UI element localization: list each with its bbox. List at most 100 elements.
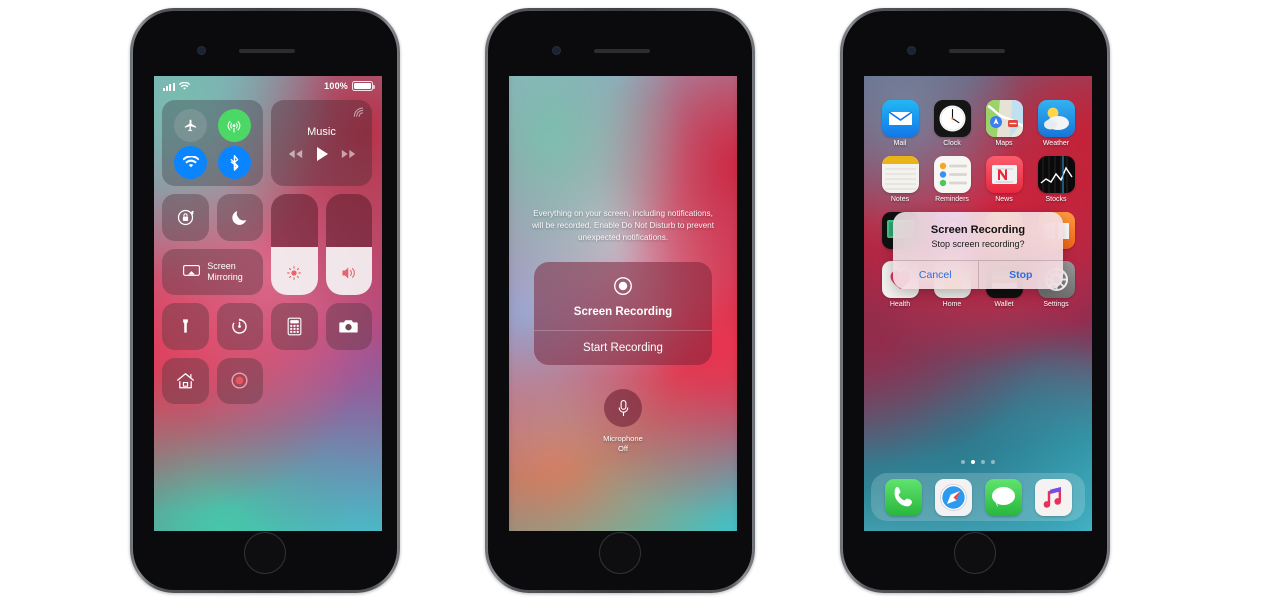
brightness-slider[interactable] (271, 194, 318, 295)
mail-icon (881, 100, 919, 137)
screen-mirroring-label-1: Screen (207, 260, 236, 271)
screen-recording-header[interactable]: Screen Recording (534, 262, 712, 330)
music-icon[interactable] (1034, 478, 1072, 516)
bluetooth-toggle[interactable] (217, 146, 251, 179)
alert-cancel-button[interactable]: Cancel (893, 261, 978, 289)
app-label: Clock (943, 140, 961, 147)
app-maps[interactable]: Maps (978, 100, 1030, 147)
control-center-row-3 (162, 303, 374, 350)
front-camera-icon (552, 46, 561, 55)
wifi-icon (178, 81, 190, 90)
signal-bars-icon (163, 82, 175, 91)
battery-percent-label: 100% (324, 81, 348, 91)
volume-icon (342, 267, 355, 279)
volume-slider[interactable] (325, 194, 372, 295)
page-dot[interactable] (991, 460, 995, 464)
notes-icon (881, 156, 919, 193)
app-label: Stocks (1045, 196, 1067, 203)
phone-device-control-center: 100% Music Screen Mirroring (130, 8, 400, 593)
page-dot-active[interactable] (971, 460, 975, 464)
screen-mirroring-button[interactable]: Screen Mirroring (162, 248, 263, 295)
screen-mirroring-icon (183, 265, 201, 277)
control-center-row-4 (162, 357, 374, 404)
clock-icon (933, 100, 971, 137)
news-icon (985, 156, 1023, 193)
reminders-icon (933, 156, 971, 193)
music-title: Music (307, 125, 336, 138)
phone-body: Mail Clock Maps Weather Notes Reminders … (843, 11, 1107, 590)
phone-body: Everything on your screen, including not… (488, 11, 752, 590)
weather-icon (1037, 100, 1075, 137)
front-camera-icon (907, 46, 916, 55)
phone-icon[interactable] (884, 478, 922, 516)
alert-stop-button[interactable]: Stop (977, 261, 1064, 289)
app-label: Weather (1042, 140, 1070, 147)
calculator-button[interactable] (271, 303, 318, 350)
alert-title: Screen Recording (930, 224, 1026, 236)
camera-icon (339, 320, 358, 333)
alert-actions: Cancel Stop (893, 260, 1063, 289)
microphone-icon (618, 399, 628, 416)
app-label: Maps (995, 140, 1013, 147)
screen-recording-alert: Screen Recording Stop screen recording? … (893, 212, 1063, 289)
screen-recording-description: Everything on your screen, including not… (531, 209, 715, 242)
timer-button[interactable] (216, 303, 263, 350)
app-label: Health (889, 301, 911, 308)
home-button[interactable] (954, 532, 996, 574)
screen-recording-button[interactable] (216, 357, 263, 404)
app-reminders[interactable]: Reminders (926, 156, 978, 203)
connectivity-tile[interactable] (162, 100, 263, 186)
app-news[interactable]: News (978, 156, 1030, 203)
messages-icon[interactable] (984, 478, 1022, 516)
app-weather[interactable]: Weather (1030, 100, 1082, 147)
alert-message: Stop screen recording? (931, 239, 1025, 249)
app-stocks[interactable]: Stocks (1030, 156, 1082, 203)
bluetooth-icon (230, 154, 239, 171)
cellular-icon (227, 120, 241, 133)
airplane-icon (185, 119, 197, 132)
rewind-button[interactable] (288, 149, 303, 159)
phone-screen-home: Mail Clock Maps Weather Notes Reminders … (864, 76, 1092, 531)
flashlight-button[interactable] (162, 303, 209, 350)
app-clock[interactable]: Clock (926, 100, 978, 147)
cellular-data-toggle[interactable] (217, 109, 251, 142)
screen-recording-title: Screen Recording (573, 306, 673, 318)
calculator-icon (287, 317, 302, 336)
earpiece-speaker (594, 49, 650, 53)
safari-icon[interactable] (934, 478, 972, 516)
front-camera-icon (197, 46, 206, 55)
camera-button[interactable] (325, 303, 372, 350)
screen-mirroring-label-2: Mirroring (207, 271, 243, 282)
app-notes[interactable]: Notes (874, 156, 926, 203)
home-icon (176, 373, 194, 389)
play-button[interactable] (316, 146, 328, 161)
airplay-icon[interactable] (353, 107, 364, 118)
app-label: Home (942, 301, 962, 308)
phone-screen-control-center: 100% Music Screen Mirroring (154, 76, 382, 531)
wifi-toggle[interactable] (174, 146, 208, 179)
home-button[interactable] (244, 532, 286, 574)
start-recording-button[interactable]: Start Recording (534, 331, 712, 365)
phone-device-home-screen: Mail Clock Maps Weather Notes Reminders … (840, 8, 1110, 593)
home-button[interactable] (599, 532, 641, 574)
page-dot[interactable] (961, 460, 965, 464)
record-icon (614, 277, 632, 295)
maps-icon (985, 100, 1023, 137)
fast-forward-button[interactable] (341, 149, 356, 159)
do-not-disturb-button[interactable] (216, 194, 263, 241)
home-button-tile[interactable] (162, 357, 209, 404)
timer-icon (232, 318, 247, 334)
app-mail[interactable]: Mail (874, 100, 926, 147)
screenshot-stage: 100% Music Screen Mirroring Everything o… (0, 0, 1280, 600)
airplane-mode-toggle[interactable] (174, 109, 208, 142)
page-indicator[interactable] (864, 460, 1092, 464)
app-label: Reminders (935, 196, 969, 203)
microphone-label: Microphone (603, 434, 643, 443)
rotation-lock-button[interactable] (162, 194, 209, 241)
music-tile[interactable]: Music (271, 100, 372, 186)
microphone-toggle-button[interactable] (604, 389, 642, 427)
screen-recording-sheet: Everything on your screen, including not… (509, 76, 737, 531)
page-dot[interactable] (981, 460, 985, 464)
rotation-lock-icon (177, 209, 194, 225)
phone-body: 100% Music Screen Mirroring (133, 11, 397, 590)
